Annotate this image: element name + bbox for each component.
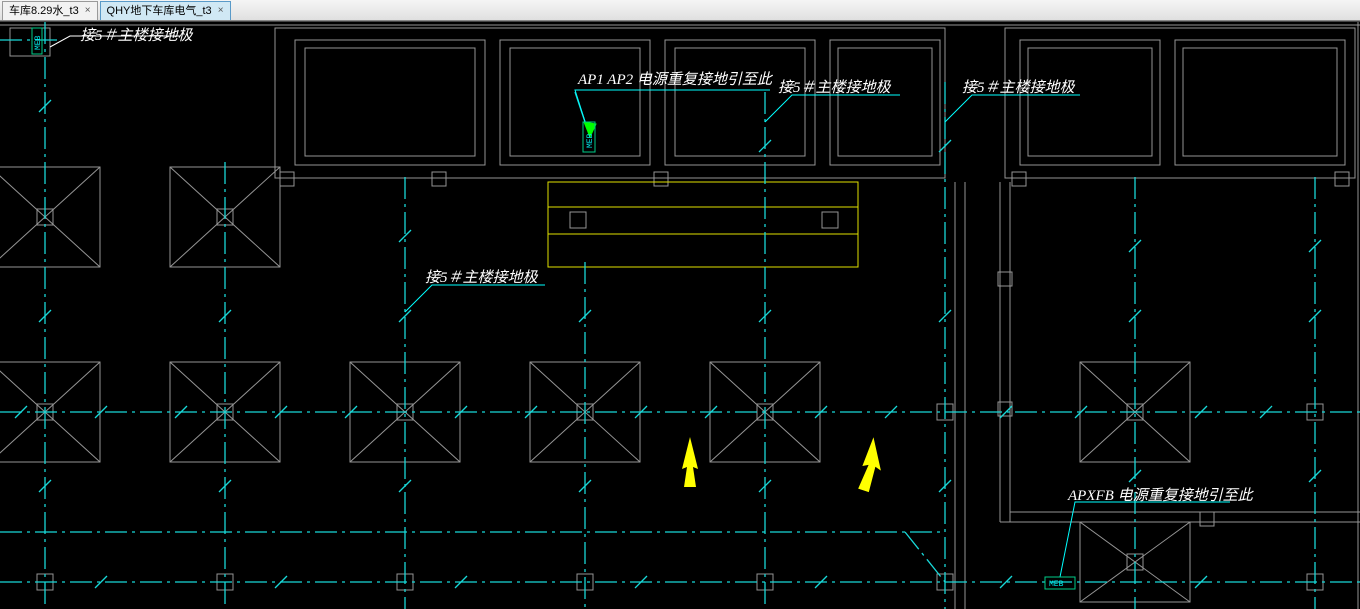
tab-bar: 车库8.29水_t3 × QHY地下车库电气_t3 × [0, 0, 1360, 21]
tab-water[interactable]: 车库8.29水_t3 × [2, 1, 98, 20]
close-icon[interactable]: × [85, 2, 91, 20]
room-outline [548, 182, 858, 267]
meb-boxes: MEB MEB MEB [32, 28, 1075, 589]
footing-row-3 [37, 522, 1323, 602]
label-mid: 接5＃主楼接地极 [425, 269, 539, 286]
label-top-center: AP1 AP2 电源重复接地引至此 [577, 71, 774, 88]
grounding-grid [0, 22, 1360, 609]
tab-electrical[interactable]: QHY地下车库电气_t3 × [100, 1, 231, 20]
tab-label: 车库8.29水_t3 [9, 2, 79, 20]
label-top-right1: 接5＃主楼接地极 [778, 79, 892, 96]
close-icon[interactable]: × [218, 2, 224, 20]
tab-label: QHY地下车库电气_t3 [107, 2, 212, 20]
arrow-up-icon [858, 436, 885, 493]
structural-layer [0, 22, 1360, 609]
annotation-text: 接5＃主楼接地极 AP1 AP2 电源重复接地引至此 接5＃主楼接地极 接5＃主… [80, 27, 1255, 504]
footing-row-1 [0, 167, 280, 267]
label-top-left: 接5＃主楼接地极 [80, 27, 194, 44]
meb-label: MEB [34, 35, 43, 50]
meb-label: MEB [1049, 580, 1064, 589]
label-bottom-right: APXFB 电源重复接地引至此 [1067, 487, 1255, 504]
arrow-up-icon [682, 437, 698, 487]
label-top-right2: 接5＃主楼接地极 [962, 79, 1076, 96]
arrow-markers [682, 436, 885, 493]
drawing-canvas[interactable]: MEB MEB MEB 接5＃主楼接地极 AP1 AP2 电源重复接地引至此 接… [0, 21, 1360, 609]
meb-label: MEB [586, 133, 595, 148]
